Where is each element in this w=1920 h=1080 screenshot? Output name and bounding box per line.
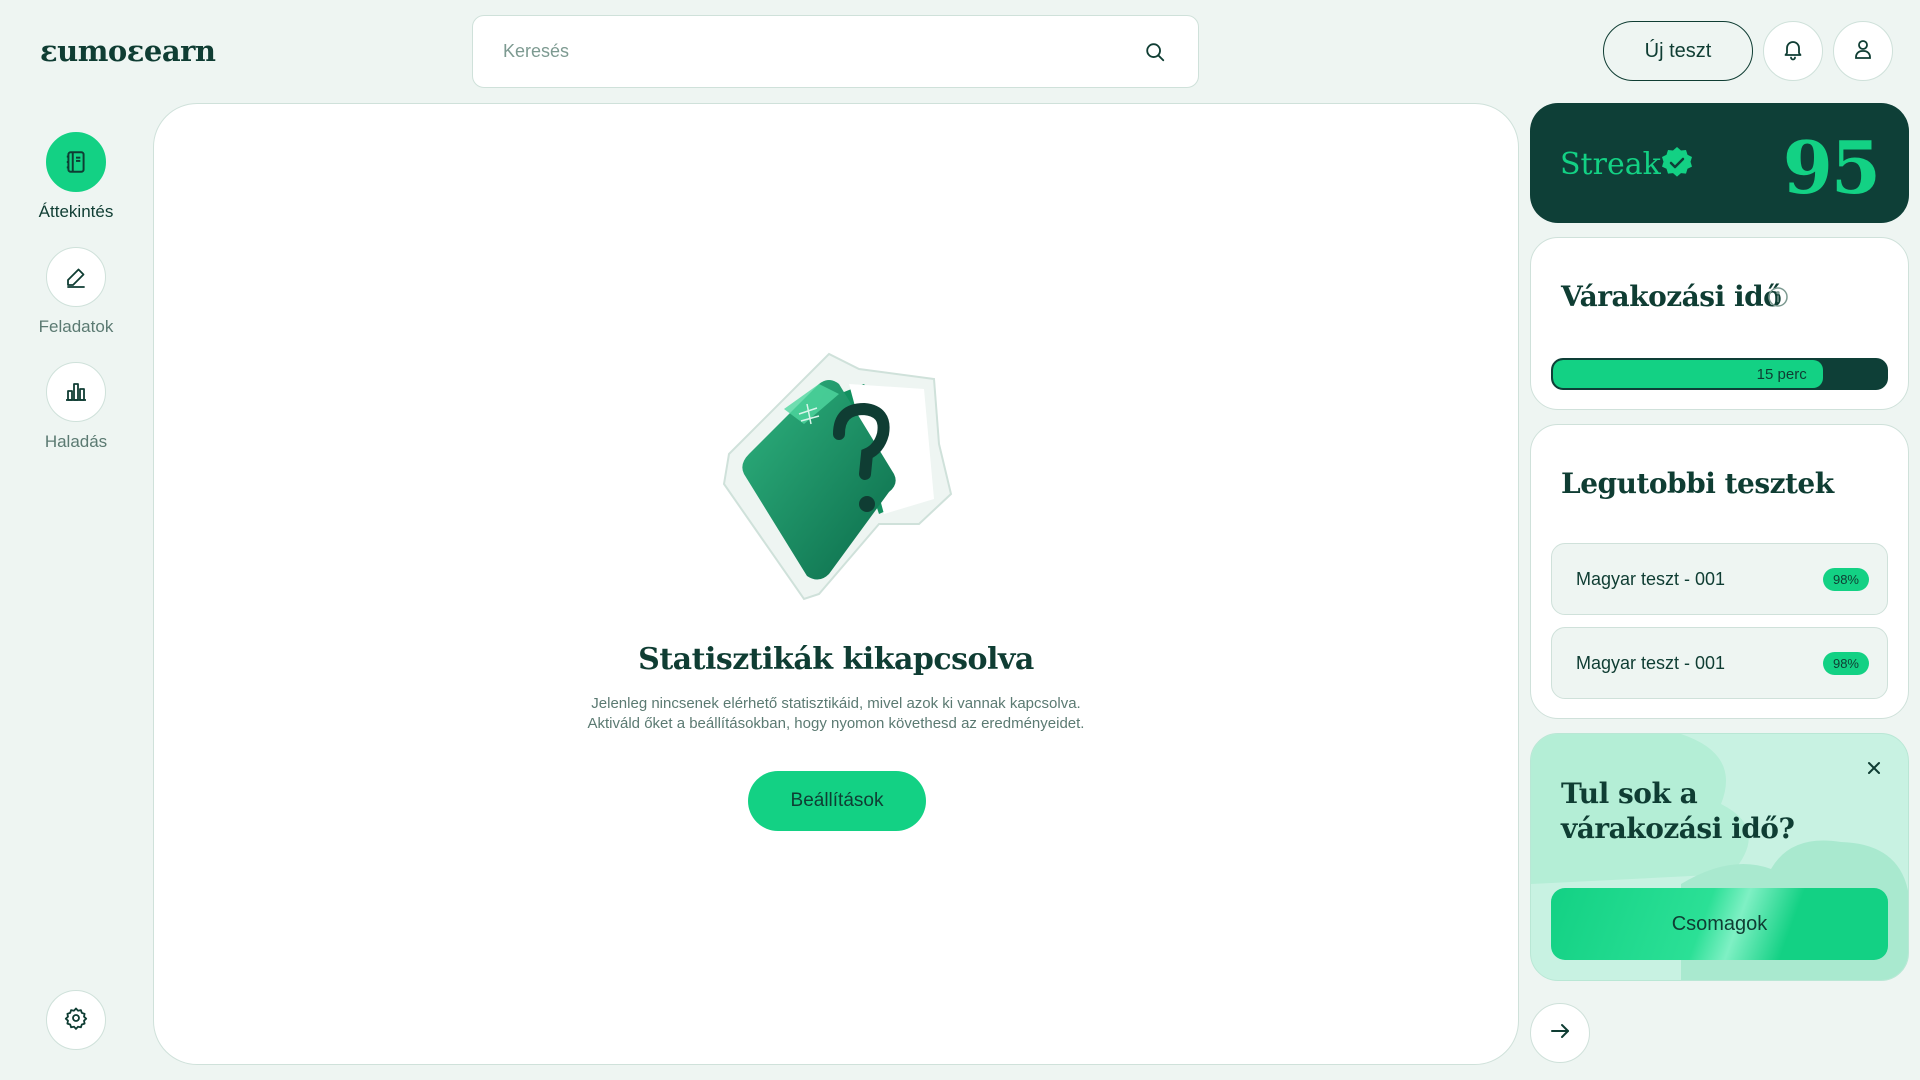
waiting-progress-label: 15 perc [1756, 365, 1807, 383]
recent-tests-card: Legutobbi tesztek Magyar teszt - 001 98%… [1530, 424, 1909, 719]
app-logo[interactable]: ɛumoɛearn [40, 34, 216, 68]
info-icon[interactable] [1767, 286, 1789, 313]
packages-button[interactable]: Csomagok [1551, 888, 1888, 960]
new-test-button[interactable]: Új teszt [1603, 21, 1753, 81]
streak-value: 95 [1782, 125, 1881, 210]
pencil-icon [46, 247, 106, 307]
notifications-button[interactable] [1763, 21, 1823, 81]
list-item[interactable]: Magyar teszt - 001 98% [1551, 627, 1888, 699]
search-input[interactable] [503, 41, 1142, 62]
search-bar[interactable] [472, 15, 1199, 88]
sidebar-item-progress[interactable]: Haladás [28, 362, 124, 452]
description: Jelenleg nincsenek elérhető statisztikái… [154, 694, 1518, 734]
bell-icon [1781, 37, 1805, 66]
waiting-time-title: Várakozási idő [1561, 280, 1782, 313]
streak-label: Streak [1560, 147, 1661, 182]
verified-badge-icon [1659, 145, 1695, 186]
promo-card: Tul sok a várakozási idő? Csomagok [1530, 733, 1909, 981]
promo-title: Tul sok a várakozási idő? [1561, 777, 1795, 845]
description-line: Aktiváld őket a beállításokban, hogy nyo… [587, 715, 1085, 732]
stats-disabled-illustration [722, 352, 953, 601]
user-icon [1851, 37, 1875, 66]
list-item[interactable]: Magyar teszt - 001 98% [1551, 543, 1888, 615]
waiting-progress-fill: 15 perc [1553, 360, 1823, 388]
waiting-time-card: Várakozási idő 15 perc [1530, 237, 1909, 410]
streak-card: Streak 95 [1530, 103, 1909, 223]
profile-button[interactable] [1833, 21, 1893, 81]
description-line: Jelenleg nincsenek elérhető statisztikái… [591, 695, 1081, 712]
open-settings-button[interactable]: Beállítások [748, 771, 926, 831]
sidebar-item-overview[interactable]: Áttekintés [28, 132, 124, 222]
close-icon[interactable] [1866, 760, 1882, 781]
bar-chart-icon [46, 362, 106, 422]
search-icon[interactable] [1142, 39, 1168, 65]
sidebar-item-label: Áttekintés [38, 202, 114, 221]
waiting-progress-bar: 15 perc [1551, 358, 1888, 390]
sidebar-item-label: Haladás [44, 432, 108, 451]
score-badge: 98% [1822, 651, 1869, 675]
score-badge: 98% [1822, 567, 1869, 591]
main-panel: Statisztikák kikapcsolva Jelenleg nincse… [153, 103, 1519, 1065]
test-name: Magyar teszt - 001 [1576, 568, 1726, 589]
notebook-icon [46, 132, 106, 192]
gear-icon [64, 1006, 88, 1035]
page-title: Statisztikák kikapcsolva [638, 642, 1034, 677]
recent-tests-title: Legutobbi tesztek [1561, 467, 1834, 500]
sidebar-item-label: Feladatok [38, 317, 114, 336]
next-button[interactable] [1530, 1003, 1590, 1063]
settings-button[interactable] [46, 990, 106, 1050]
sidebar-item-tasks[interactable]: Feladatok [28, 247, 124, 337]
test-name: Magyar teszt - 001 [1576, 652, 1726, 673]
arrow-right-icon [1548, 1019, 1572, 1048]
